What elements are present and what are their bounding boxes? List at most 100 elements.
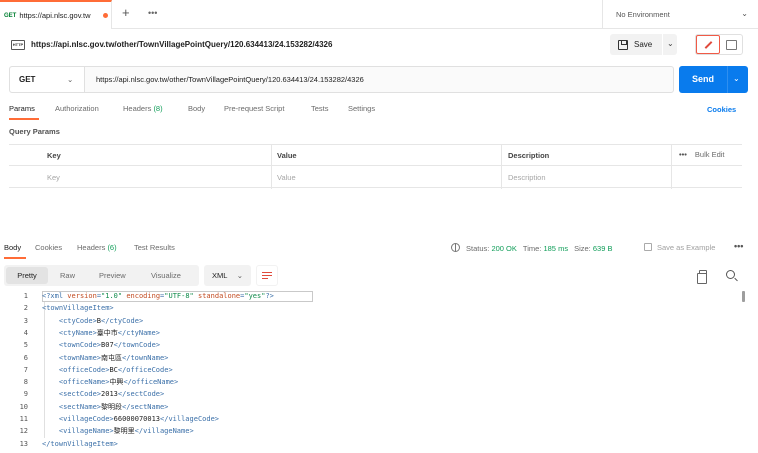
code-line: 6 <townName>南屯區</townName> [0,352,758,364]
tab-tests[interactable]: Tests [311,104,329,113]
code-line: 1 <?xml version="1.0" encoding="UTF-8" st… [0,290,758,302]
response-more-icon[interactable]: ••• [734,241,743,251]
tab-headers[interactable]: Headers (8) [123,104,163,113]
view-toggle [695,34,743,55]
line-number: 12 [19,427,28,436]
tab-url: https://api.nlsc.gov.tw [19,11,91,20]
request-tab[interactable]: GET https://api.nlsc.gov.tw [0,0,112,29]
format-label: XML [212,271,228,280]
save-button[interactable]: Save ⌄ [610,34,677,55]
body-toolbar: Pretty Raw Preview Visualize XML ⌄ [4,265,754,286]
url-bar: GET ⌄ https://api.nlsc.gov.tw/other/Town… [9,66,674,93]
description-input[interactable]: Description [508,173,546,182]
code-text: <officeName>中興</officeName> [58,378,179,387]
send-button[interactable]: Send ⌄ [679,66,748,93]
scrollbar[interactable] [742,291,745,302]
request-tab-strip: GET https://api.nlsc.gov.tw + ••• No Env… [0,0,758,29]
url-input[interactable]: https://api.nlsc.gov.tw/other/TownVillag… [96,75,364,84]
status-code: 200 OK [491,244,517,253]
response-body-code[interactable]: 1 <?xml version="1.0" encoding="UTF-8" st… [0,290,745,453]
code-text: <ctyName>臺中市</ctyName> [58,328,160,337]
method-label: GET [19,75,36,84]
save-icon [618,39,628,50]
tab-pre-request-script[interactable]: Pre-request Script [224,104,284,113]
view-preview[interactable]: Preview [99,271,126,280]
tab-authorization[interactable]: Authorization [55,104,99,113]
wrap-lines-icon[interactable] [256,265,278,286]
line-number: 8 [23,378,28,387]
active-tab-indicator [9,118,39,120]
code-text: <villageCode>66000070013</villageCode> [58,415,220,423]
request-header: HTTP https://api.nlsc.gov.tw/other/TownV… [0,29,758,62]
tab-body[interactable]: Body [188,104,205,113]
code-text: </townVillageItem> [42,439,118,448]
environment-selector[interactable]: No Environment ⌄ [602,0,758,29]
save-as-example-button[interactable]: Save as Example [644,243,715,252]
cookies-link[interactable]: Cookies [707,105,736,114]
tab-response-headers[interactable]: Headers (6) [77,243,117,252]
more-tabs-icon[interactable]: ••• [148,8,157,18]
tab-settings[interactable]: Settings [348,104,375,113]
line-number: 11 [19,415,28,423]
request-title[interactable]: https://api.nlsc.gov.tw/other/TownVillag… [31,40,332,49]
query-params-table: Key Value Description ••• Bulk Edit Key V… [9,144,742,189]
view-visualize[interactable]: Visualize [151,271,181,280]
response-tabs: Body Cookies Headers (6) Test Results [4,243,754,259]
line-number: 7 [23,365,28,374]
view-raw[interactable]: Raw [60,271,75,280]
format-dropdown[interactable]: XML ⌄ [204,265,251,286]
table-header-row: Key Value Description ••• Bulk Edit [9,145,742,166]
line-number: 6 [23,353,28,362]
body-view-selector: Pretty Raw Preview Visualize [4,265,199,286]
response-time: 185 ms [543,244,569,253]
code-text: <officeCode>BC</officeCode> [58,365,173,374]
bulk-edit-button[interactable]: ••• Bulk Edit [679,150,725,159]
code-line: 9 <sectCode>2013</sectCode> [0,388,758,400]
line-number: 9 [23,390,28,399]
key-input[interactable]: Key [47,173,60,182]
more-options-icon: ••• [679,150,687,159]
line-number: 2 [23,304,28,313]
search-icon[interactable] [726,270,735,279]
send-label: Send [691,74,714,84]
save-label: Save [634,40,653,49]
environment-label: No Environment [616,10,670,19]
edit-icon[interactable] [696,35,720,54]
save-example-icon [644,243,652,251]
tab-params[interactable]: Params [9,104,35,113]
tab-test-results[interactable]: Test Results [134,243,175,252]
code-text: <townCode>B07</townCode> [58,341,161,350]
code-line: 4 <ctyName>臺中市</ctyName> [0,327,758,339]
code-line: 5 <townCode>B07</townCode> [0,339,758,351]
code-line: 11 <villageCode>66000070013</villageCode… [0,413,758,425]
query-params-label: Query Params [9,127,60,136]
save-options-chevron-icon[interactable]: ⌄ [667,39,674,48]
table-row: Key Value Description [9,167,742,188]
tab-response-body[interactable]: Body [4,243,21,252]
code-line: 13 </townVillageItem> [0,438,758,450]
chevron-down-icon: ⌄ [741,9,748,18]
new-tab-button[interactable]: + [122,6,130,20]
chevron-down-icon: ⌄ [67,75,74,84]
view-pretty[interactable]: Pretty [6,267,48,284]
line-number: 13 [19,439,28,448]
method-selector[interactable]: GET ⌄ [10,67,85,92]
copy-icon[interactable] [697,270,707,284]
active-tab-indicator [4,257,26,259]
code-line: 3 <ctyCode>B</ctyCode> [0,315,758,327]
code-text: <sectCode>2013</sectCode> [58,390,165,399]
line-number: 4 [23,328,28,337]
code-line: 2 <townVillageItem> [0,302,758,314]
line-number: 3 [23,316,28,325]
tab-response-cookies[interactable]: Cookies [35,243,62,252]
documentation-icon[interactable] [720,35,742,54]
value-input[interactable]: Value [277,173,296,182]
code-text: <townName>南屯區</townName> [58,353,169,362]
code-line: 12 <villageName>黎明里</villageName> [0,425,758,437]
code-line: 7 <officeCode>BC</officeCode> [0,364,758,376]
send-options-chevron-icon[interactable]: ⌄ [733,74,740,83]
tab-method: GET [4,12,17,19]
globe-icon[interactable] [451,243,460,252]
http-request-icon: HTTP [11,40,25,50]
request-tabs: Params Authorization Headers (8) Body Pr… [9,104,749,120]
